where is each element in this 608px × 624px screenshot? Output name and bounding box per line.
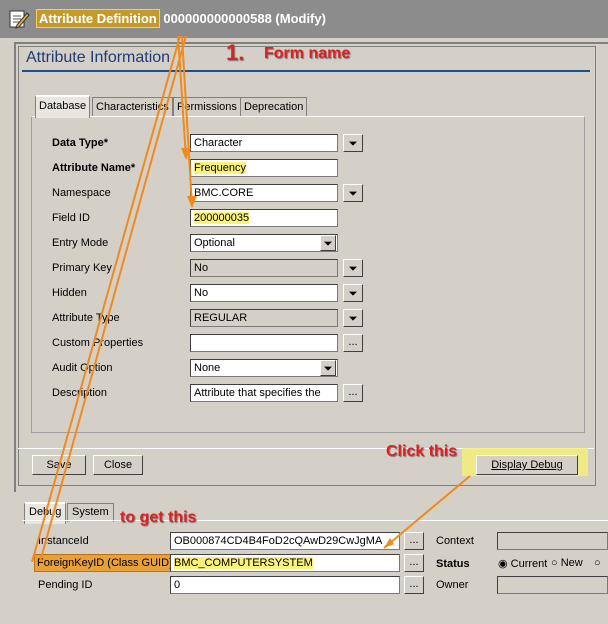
arrowhead-field-id xyxy=(187,196,197,208)
tab-database[interactable]: Database xyxy=(35,95,91,118)
arrow-click-to-get xyxy=(383,475,471,549)
arrowhead-foreign-key xyxy=(384,538,394,548)
annotation-arrows xyxy=(31,35,471,563)
